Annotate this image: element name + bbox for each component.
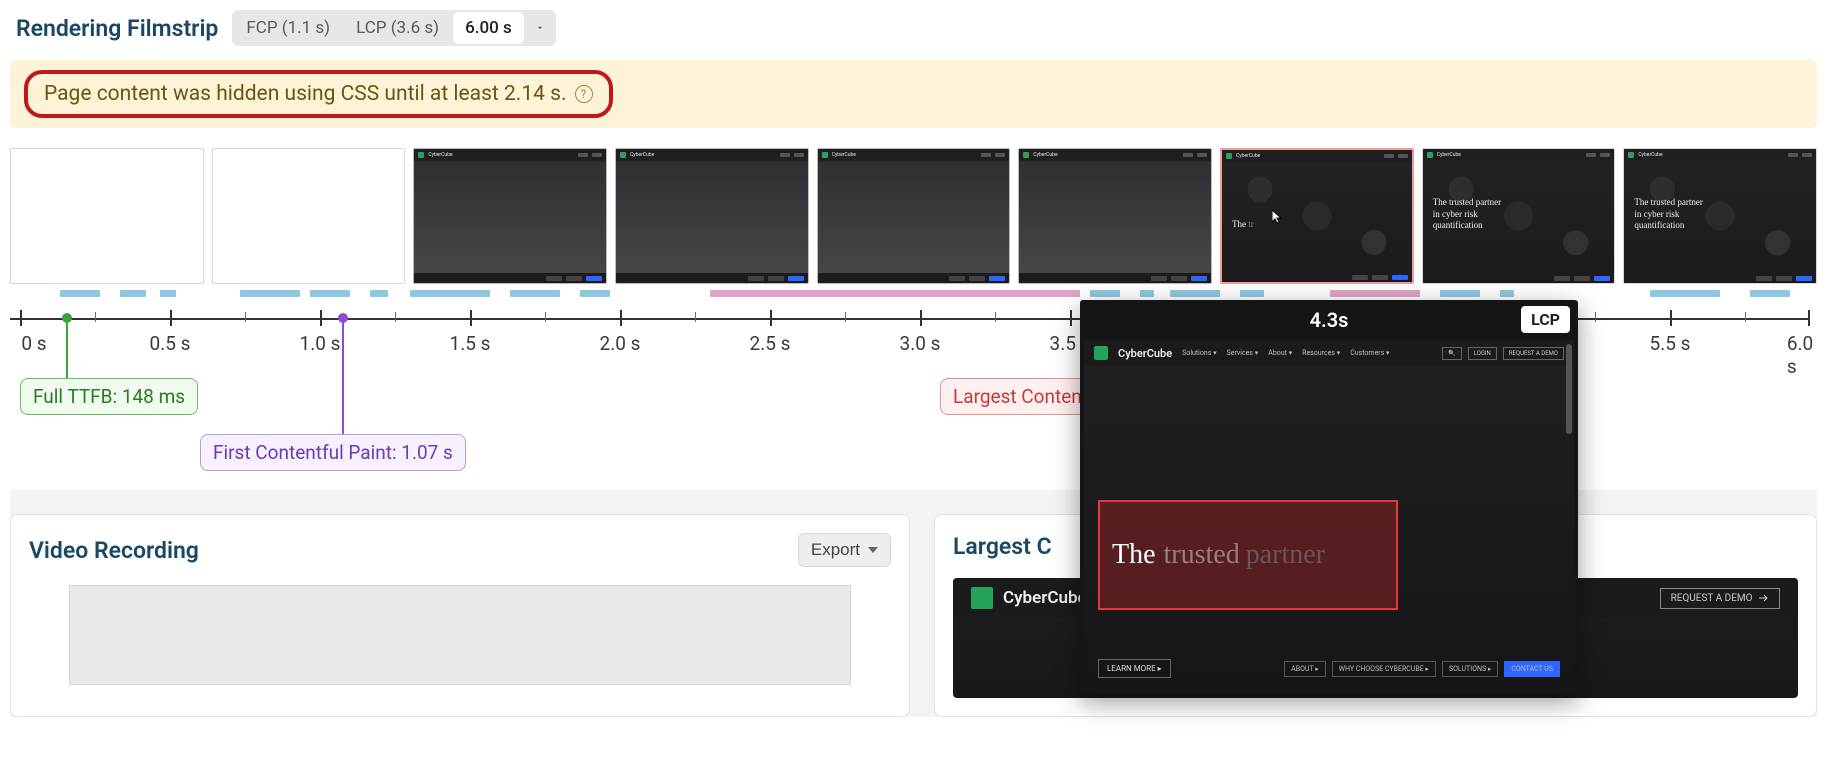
nav-item: About ▾ bbox=[1268, 349, 1292, 357]
hero-word: The bbox=[1232, 219, 1246, 229]
fcp-marker[interactable]: First Contentful Paint: 1.07 s bbox=[200, 434, 466, 471]
time-range-dropdown[interactable] bbox=[526, 16, 554, 40]
fcp-pill[interactable]: FCP (1.1 s) bbox=[234, 12, 342, 44]
brand-text: CyberCube bbox=[1003, 588, 1087, 608]
filmstrip-frame[interactable] bbox=[10, 148, 204, 284]
lcp-page-nav: CyberCube Solutions ▾ Services ▾ About ▾… bbox=[1084, 340, 1574, 366]
hero-line: quantification bbox=[1433, 220, 1501, 231]
nav-item: Resources ▾ bbox=[1302, 349, 1340, 357]
export-label: Export bbox=[811, 540, 860, 560]
marker-label: First Contentful Paint: 1.07 s bbox=[213, 441, 453, 464]
lcp-popup-header: 4.3s LCP bbox=[1080, 300, 1578, 340]
request-demo-button: REQUEST A DEMO bbox=[1503, 347, 1564, 360]
chevron-down-icon bbox=[868, 546, 878, 554]
lcp-element-highlight: The trusted partner bbox=[1098, 500, 1398, 610]
video-recording-panel: Video Recording Export bbox=[10, 514, 910, 717]
warning-text: Page content was hidden using CSS until … bbox=[44, 82, 567, 106]
login-button: LOGIN bbox=[1468, 347, 1497, 360]
section-title: Rendering Filmstrip bbox=[16, 15, 218, 42]
logo-icon bbox=[971, 587, 993, 609]
tick-label: 0.5 s bbox=[150, 332, 191, 355]
logo-icon bbox=[1094, 346, 1108, 360]
scrollbar[interactable] bbox=[1566, 344, 1572, 434]
ttfb-marker[interactable]: Full TTFB: 148 ms bbox=[20, 378, 198, 415]
tick-label: 2.5 s bbox=[750, 332, 791, 355]
waterfall-bar bbox=[10, 288, 1810, 298]
filmstrip-frame[interactable]: CyberCube The trusted partner in cyber r… bbox=[1422, 148, 1616, 284]
tick-label: 1.0 s bbox=[300, 332, 341, 355]
filmstrip-frame[interactable]: CyberCube bbox=[817, 148, 1011, 284]
export-button[interactable]: Export bbox=[798, 533, 891, 567]
filmstrip-frame[interactable]: CyberCube bbox=[1018, 148, 1212, 284]
tick-label: 0 s bbox=[21, 332, 46, 355]
footer-btn: ABOUT ▸ bbox=[1284, 661, 1326, 677]
lcp-preview-popup: 4.3s LCP CyberCube Solutions ▾ Services … bbox=[1080, 300, 1578, 694]
panel-title: Largest C bbox=[953, 533, 1052, 560]
video-player[interactable] bbox=[69, 585, 851, 685]
request-demo-button: REQUEST A DEMO bbox=[1660, 588, 1780, 609]
hero-line: The trusted partner bbox=[1433, 197, 1501, 208]
hero-word: trusted bbox=[1164, 539, 1240, 571]
hero-word: The bbox=[1112, 539, 1156, 571]
filmstrip-frame[interactable] bbox=[212, 148, 406, 284]
hero-line: quantification bbox=[1634, 220, 1702, 231]
lcp-pill[interactable]: LCP (3.6 s) bbox=[344, 12, 451, 44]
learn-more-button: LEARN MORE ▸ bbox=[1098, 659, 1171, 678]
nav-item: Solutions ▾ bbox=[1182, 349, 1216, 357]
marker-label: Full TTFB: 148 ms bbox=[33, 385, 185, 408]
marker-label: Largest Conten bbox=[953, 385, 1082, 408]
warning-banner: Page content was hidden using CSS until … bbox=[10, 60, 1817, 128]
contact-button: CONTACT US bbox=[1504, 661, 1560, 677]
lcp-marker[interactable]: Largest Conten bbox=[940, 378, 1095, 415]
lcp-badge: LCP bbox=[1521, 306, 1570, 333]
panel-title: Video Recording bbox=[29, 537, 199, 564]
filmstrip-row: CyberCube CyberCube CyberCube CyberCube … bbox=[10, 148, 1817, 284]
metric-pill-group: FCP (1.1 s) LCP (3.6 s) 6.00 s bbox=[232, 10, 555, 46]
help-icon[interactable]: ? bbox=[575, 85, 593, 103]
brand-text: CyberCube bbox=[1118, 347, 1172, 360]
hero-word-fade: tr bbox=[1248, 219, 1254, 229]
warning-highlight: Page content was hidden using CSS until … bbox=[24, 70, 613, 118]
filmstrip-header: Rendering Filmstrip FCP (1.1 s) LCP (3.6… bbox=[10, 10, 1817, 46]
filmstrip-frame[interactable]: CyberCube bbox=[413, 148, 607, 284]
search-icon: 🔍 bbox=[1442, 347, 1461, 360]
timeline-region: 0 s 0.5 s 1.0 s 1.5 s 2.0 s 2.5 s 3.0 s … bbox=[10, 300, 1817, 480]
filmstrip-frame[interactable]: CyberCube The trusted partner in cyber r… bbox=[1623, 148, 1817, 284]
nav-item: Customers ▾ bbox=[1350, 349, 1389, 357]
tick-label: 3.0 s bbox=[900, 332, 941, 355]
filmstrip-frame-lcp[interactable]: CyberCube The tr bbox=[1220, 148, 1414, 284]
tick-label: 5.5 s bbox=[1650, 332, 1691, 355]
tick-label: 1.5 s bbox=[450, 332, 491, 355]
footer-btn: SOLUTIONS ▸ bbox=[1442, 661, 1498, 677]
lcp-popup-body: CyberCube Solutions ▾ Services ▾ About ▾… bbox=[1084, 340, 1574, 690]
hero-line: in cyber risk bbox=[1433, 209, 1501, 220]
tick-label: 6.0 s bbox=[1787, 332, 1813, 378]
footer-btn: WHY CHOOSE CYBERCUBE ▸ bbox=[1332, 661, 1436, 677]
hero-word: partner bbox=[1246, 539, 1325, 571]
hero-line: in cyber risk bbox=[1634, 209, 1702, 220]
filmstrip-frame[interactable]: CyberCube bbox=[615, 148, 809, 284]
hero-line: The trusted partner bbox=[1634, 197, 1702, 208]
tick-label: 2.0 s bbox=[600, 332, 641, 355]
time-range-pill[interactable]: 6.00 s bbox=[453, 12, 524, 44]
chevron-down-icon bbox=[538, 22, 542, 34]
lcp-popup-time: 4.3s bbox=[1310, 308, 1349, 332]
nav-item: Services ▾ bbox=[1227, 349, 1259, 357]
